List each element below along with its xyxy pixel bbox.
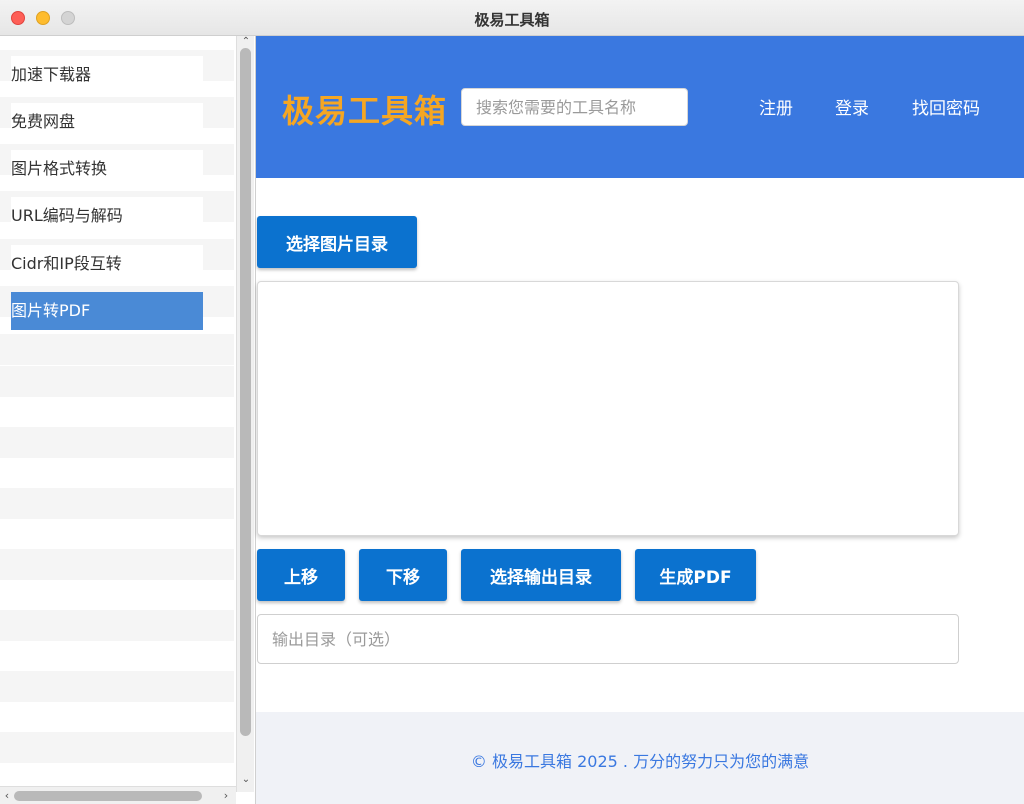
sidebar-item-cidr-ip-convert[interactable]: Cidr和IP段互转 bbox=[11, 245, 203, 283]
window-title: 极易工具箱 bbox=[474, 11, 550, 29]
sidebar: 加速下载器 免费网盘 图片格式转换 URL编码与解码 Cidr和IP段互转 图片… bbox=[0, 36, 256, 804]
sidebar-horizontal-scrollbar[interactable]: ‹ › bbox=[0, 786, 236, 804]
image-list-box[interactable] bbox=[257, 281, 959, 536]
search-input[interactable] bbox=[461, 88, 688, 126]
select-output-dir-button[interactable]: 选择输出目录 bbox=[461, 549, 621, 601]
sidebar-item-free-netdisk[interactable]: 免费网盘 bbox=[11, 103, 203, 141]
login-link[interactable]: 登录 bbox=[835, 94, 869, 119]
brand-logo-text: 极易工具箱 bbox=[282, 92, 448, 130]
scroll-down-icon[interactable]: ⌄ bbox=[237, 774, 255, 786]
scroll-up-icon[interactable]: ⌃ bbox=[237, 36, 255, 48]
recover-password-link[interactable]: 找回密码 bbox=[912, 94, 980, 119]
sidebar-item-url-encode-decode[interactable]: URL编码与解码 bbox=[11, 197, 203, 235]
header: 极易工具箱 注册 登录 找回密码 bbox=[256, 36, 1024, 178]
output-dir-input[interactable] bbox=[257, 614, 959, 664]
move-down-button[interactable]: 下移 bbox=[359, 549, 447, 601]
tool-list: 加速下载器 免费网盘 图片格式转换 URL编码与解码 Cidr和IP段互转 图片… bbox=[0, 36, 236, 776]
footer-copyright: © 极易工具箱 2025 . 万分的努力只为您的满意 bbox=[470, 752, 810, 771]
move-up-button[interactable]: 上移 bbox=[257, 549, 345, 601]
sidebar-item-image-format-convert[interactable]: 图片格式转换 bbox=[11, 150, 203, 188]
sidebar-item-image-to-pdf[interactable]: 图片转PDF bbox=[11, 292, 203, 330]
register-link[interactable]: 注册 bbox=[759, 94, 793, 119]
sidebar-vertical-scrollbar[interactable]: ⌃ ⌄ bbox=[236, 36, 254, 792]
generate-pdf-button[interactable]: 生成PDF bbox=[635, 549, 756, 601]
select-image-dir-button[interactable]: 选择图片目录 bbox=[257, 216, 417, 268]
scroll-right-icon[interactable]: › bbox=[220, 789, 232, 803]
scroll-left-icon[interactable]: ‹ bbox=[1, 789, 13, 803]
vertical-scroll-thumb[interactable] bbox=[240, 48, 251, 736]
footer: © 极易工具箱 2025 . 万分的努力只为您的满意 bbox=[256, 712, 1024, 804]
title-bar: 极易工具箱 bbox=[0, 0, 1024, 36]
sidebar-item-download-accelerator[interactable]: 加速下载器 bbox=[11, 56, 203, 94]
horizontal-scroll-thumb[interactable] bbox=[14, 791, 202, 801]
